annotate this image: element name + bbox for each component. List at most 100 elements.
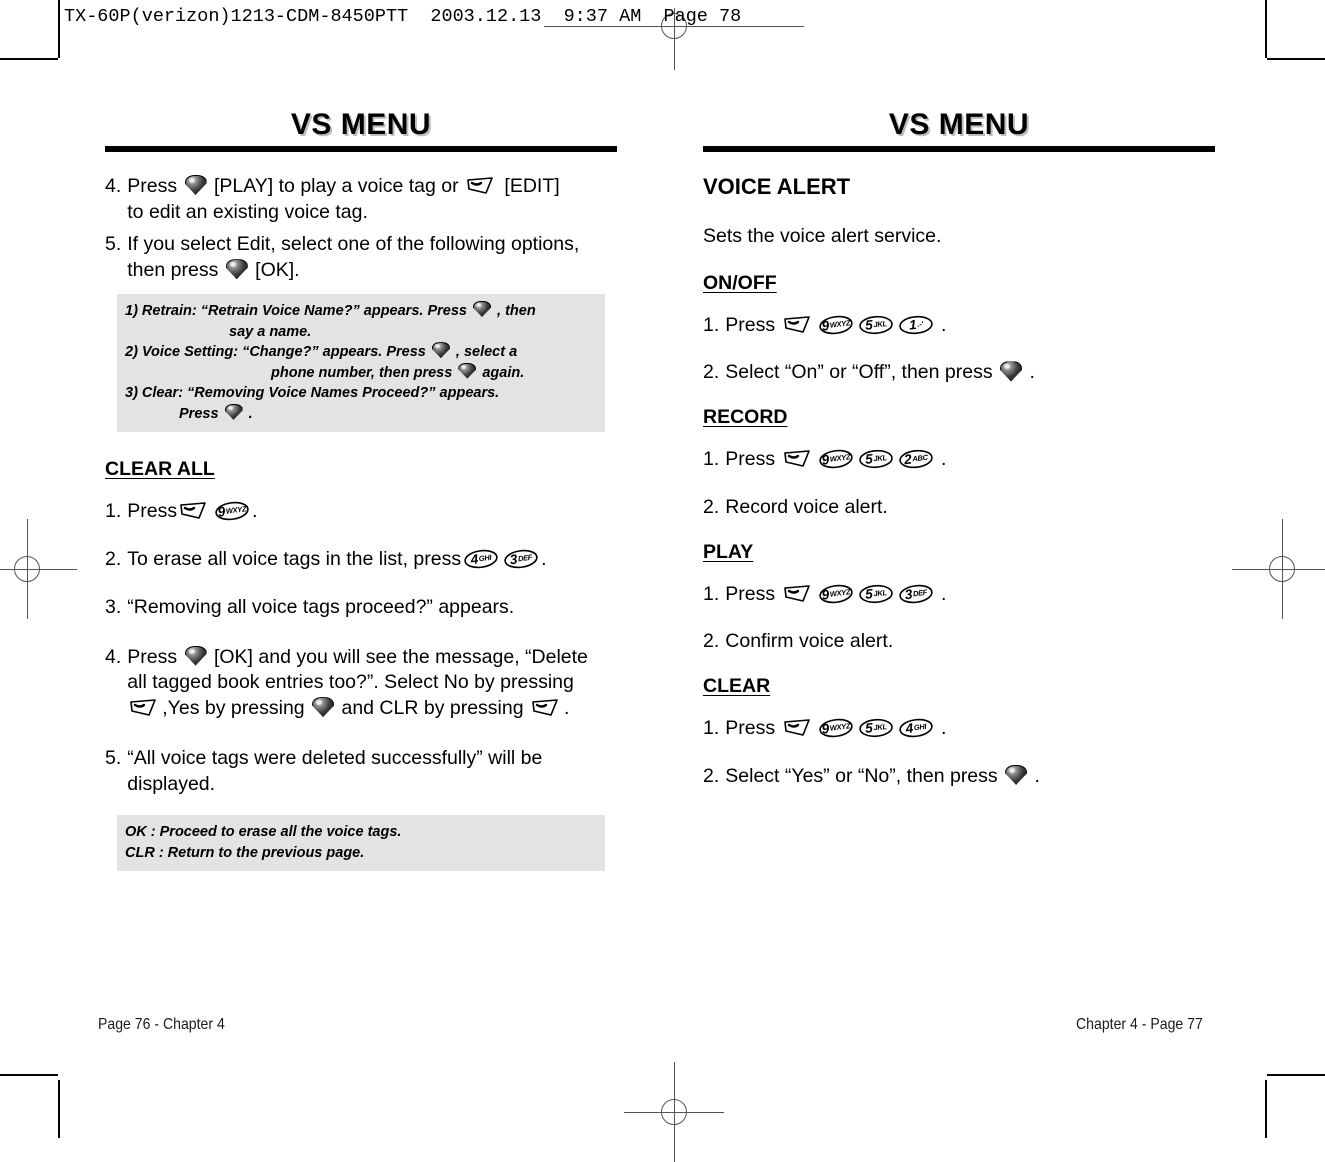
ok-key-icon [225,259,248,280]
list-item: 3. “Removing all voice tags proceed?” ap… [105,595,617,621]
clear-all-s5-l1: “All voice tags were deleted successfull… [127,746,543,769]
clear-heading-wrap: CLEAR [703,675,1215,698]
note-box-ok-clr: OK : Proceed to erase all the voice tags… [117,815,605,872]
step5-text-c: [OK]. [255,259,300,282]
clr-key-icon [783,718,813,737]
step-number: 2. [703,495,720,518]
clr-key-icon [179,501,209,520]
step-text: Press 9 WXYZ 5 JKL 1 .-' . [725,313,1215,339]
clr-key-icon [531,698,561,717]
play-s1-end: . [940,582,947,605]
list-item: 2. Select “On” or “Off”, then press . [703,360,1215,386]
clear-s1-end: . [940,717,947,740]
note-line-text: 2) Voice Setting: “Change?” appears. Pre… [125,344,426,361]
right-title-rule [703,146,1215,152]
clr-key-icon [783,449,813,468]
key-digit: 5 [864,451,873,468]
list-item: 1. Press 9 WXYZ . [105,499,617,525]
keypad-key-9-icon: 9 WXYZ [818,584,854,604]
note-line: CLR : Return to the previous page. [125,844,365,861]
left-page-column: VS MENU 4. Press [PLAY] to play a voice … [105,108,617,872]
onoff-heading: ON/OFF [703,271,777,294]
clr-key-icon [783,315,813,334]
ok-key-icon [1005,764,1028,785]
step-text: Press 9 WXYZ 5 JKL 3 DEF . [725,582,1215,608]
record-s1-text: Press [725,448,776,471]
clear-all-heading: CLEAR ALL [105,458,215,481]
clear-all-s4-l2: all tagged book entries too?”. Select No… [127,671,574,694]
slug-divider-rule [58,0,60,48]
onoff-s1-text: Press [725,313,776,336]
clr-key-icon [466,176,496,195]
left-title-rule [105,146,617,152]
step4-text-c: [EDIT] [504,175,560,197]
play-heading-wrap: PLAY [703,541,1215,564]
clr-key-icon [129,698,159,717]
record-s1-end: . [940,448,947,471]
clear-s2-end: . [1034,764,1040,787]
key-digit: 1 [908,316,917,333]
clear-all-s2-end: . [541,548,547,571]
list-item: 1. Press 9 WXYZ 5 JKL 2 ABC . [703,447,1215,473]
keypad-key-9-icon: 9 WXYZ [214,501,250,521]
play-heading: PLAY [703,540,754,563]
record-heading-wrap: RECORD [703,406,1215,429]
step-number: 1. [703,717,720,740]
step-text: Select “On” or “Off”, then press . [725,360,1215,386]
step-text: Record voice alert. [725,495,888,518]
step4-text-d: to edit an existing voice tag. [127,200,368,223]
keypad-key-3-icon: 3 DEF [503,549,539,569]
key-letters: WXYZ [828,721,851,733]
key-digit: 4 [904,720,914,737]
key-letters: GHI [478,552,492,564]
step-text: Press 9 WXYZ 5 JKL 4 GHI . [725,716,1215,742]
step-number: 2. [703,764,720,787]
list-item: 4. Press [PLAY] to play a voice tag or [… [105,174,617,225]
note-line: phone number, then press again. [121,362,601,384]
step-number: 5. [105,233,122,256]
step-number: 4. [105,645,122,668]
clear-heading: CLEAR [703,675,771,698]
crop-mark-bottom-left-v [58,1080,60,1138]
keypad-key-9-icon: 9 WXYZ [818,315,854,335]
onoff-heading-wrap: ON/OFF [703,272,1215,295]
voice-alert-description: Sets the voice alert service. [703,225,942,247]
list-item: 2. To erase all voice tags in the list, … [105,547,617,573]
ok-key-icon [458,362,477,379]
note-line-text: 1) Retrain: “Retrain Voice Name?” appear… [125,302,467,319]
clear-all-heading-wrap: CLEAR ALL [105,458,617,481]
key-digit: 9 [820,317,830,334]
note-line-text: phone number, then press [271,364,453,381]
left-page-title: VS MENU [290,108,432,141]
step-number: 1. [105,500,122,523]
record-heading: RECORD [703,406,788,429]
list-item: 1. Press 9 WXYZ 5 JKL 1 .-' . [703,313,1215,339]
step4-text-a: Press [127,175,178,197]
list-item: 1. Press 9 WXYZ 5 JKL 3 DEF . [703,582,1215,608]
note-line-text-post: , select a [455,344,518,361]
note-line: 1) Retrain: “Retrain Voice Name?” appear… [121,300,601,322]
step-text: Press [PLAY] to play a voice tag or [EDI… [127,174,617,225]
step-number: 5. [105,746,122,769]
step-text: Press 9 WXYZ 5 JKL 2 ABC . [725,447,1215,473]
step-text: Confirm voice alert. [725,630,894,653]
note-line-text: Press [179,405,219,422]
key-letters: WXYZ [225,504,247,517]
note-line-text-post: again. [482,364,525,381]
keypad-key-5-icon: 5 JKL [858,584,894,604]
clear-all-s4-l3b: and CLR by pressing [341,697,524,720]
keypad-key-1-icon: 1 .-' [898,315,934,335]
keypad-key-9-icon: 9 WXYZ [818,718,854,738]
ok-key-icon [473,300,491,317]
right-page-column: VS MENU VOICE ALERT Sets the voice alert… [703,110,1215,797]
print-slug: TX-60P(verizon)1213-CDM-8450PTT 2003.12.… [64,6,742,27]
note-box-options: 1) Retrain: “Retrain Voice Name?” appear… [117,293,605,433]
keypad-key-3-icon: 3 DEF [898,584,934,604]
step-number: 4. [105,175,122,197]
step-text: “Removing all voice tags proceed?” appea… [127,595,515,618]
key-digit: 9 [820,586,830,603]
step4-text-b: [PLAY] to play a voice tag or [213,175,459,197]
clear-all-s1-text: Press [127,500,178,523]
step5-text-b: then press [127,259,219,282]
